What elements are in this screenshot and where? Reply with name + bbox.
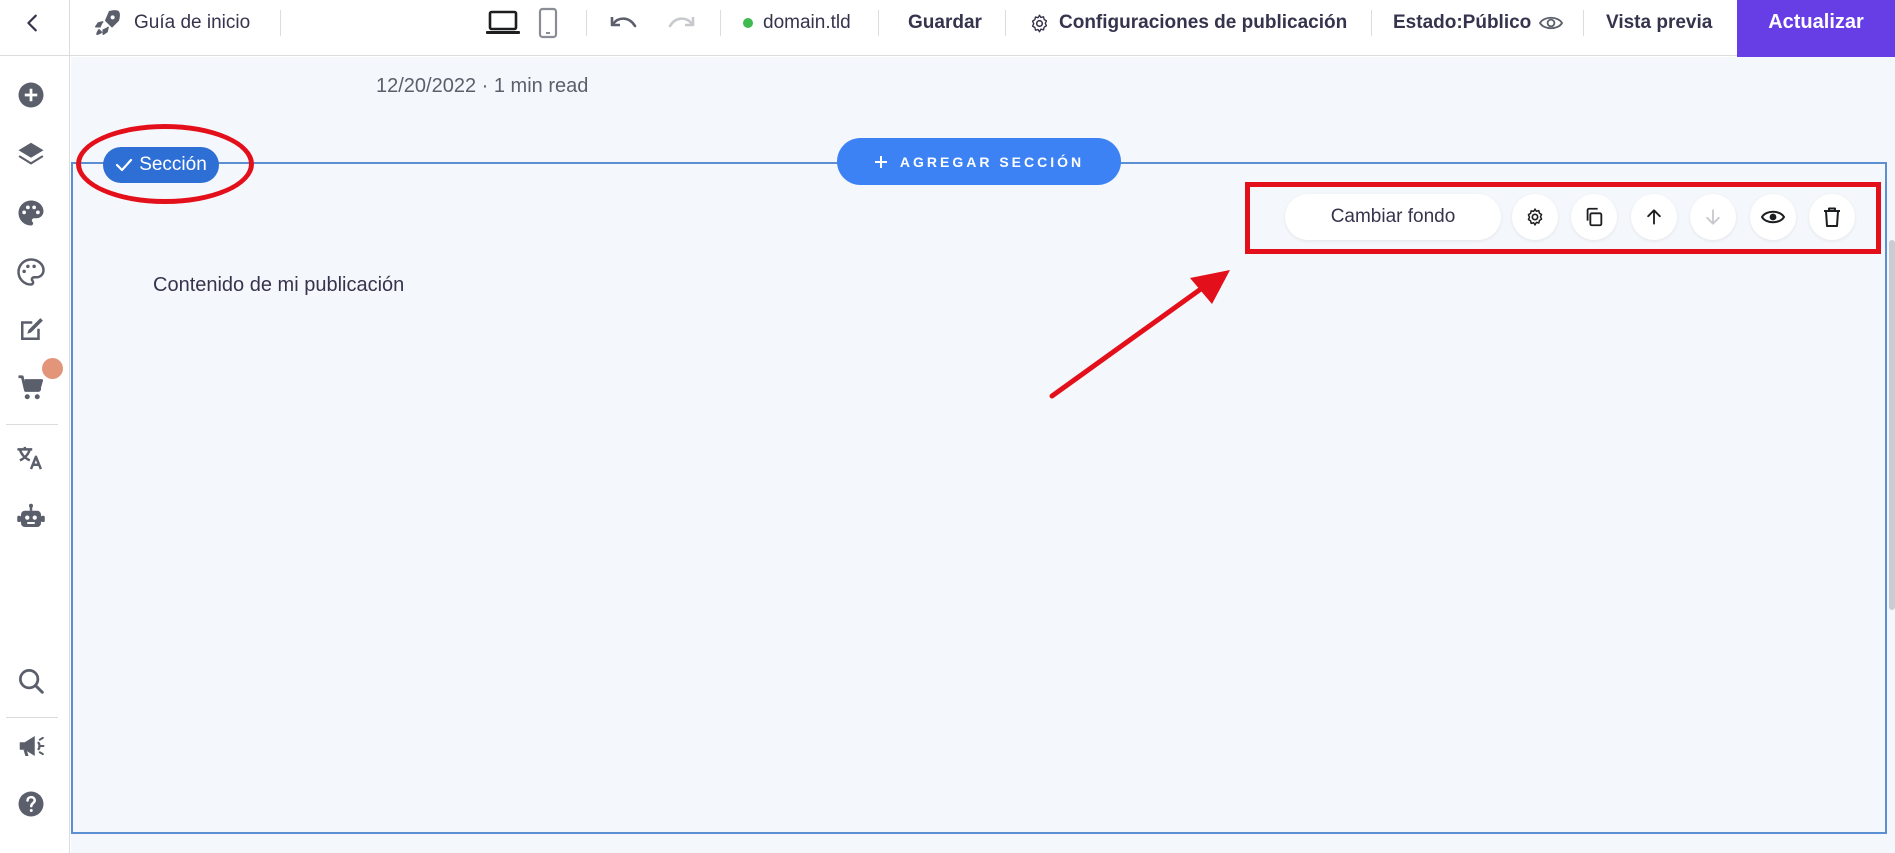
- start-guide-button[interactable]: [90, 6, 124, 40]
- selected-section[interactable]: [71, 162, 1887, 834]
- translate-icon: [17, 446, 42, 470]
- add-section-label: AGREGAR SECCIÓN: [899, 153, 1085, 170]
- status-visibility-button[interactable]: [1536, 10, 1566, 36]
- search-icon: [19, 669, 44, 694]
- sidebar-item-search[interactable]: [13, 663, 49, 699]
- edit-icon: [21, 318, 43, 340]
- post-date-line: 12/20/2022 · 1 min read: [376, 75, 589, 97]
- redo-button[interactable]: [664, 7, 700, 39]
- annotation-rectangle: [1245, 182, 1881, 254]
- sidebar-item-blog[interactable]: [13, 312, 49, 348]
- start-guide-label[interactable]: Guía de inicio: [134, 0, 250, 45]
- canvas-scrollbar[interactable]: [1889, 240, 1895, 610]
- sidebar-item-translate[interactable]: [13, 440, 49, 476]
- plus-icon: [874, 155, 887, 168]
- sidebar-item-help[interactable]: [13, 786, 49, 822]
- left-sidebar: [0, 56, 70, 853]
- annotation-ellipse: [76, 124, 254, 204]
- palette-icon: [18, 200, 44, 226]
- sidebar-item-layers[interactable]: [13, 136, 49, 172]
- eye-icon: [1539, 16, 1563, 30]
- sidebar-item-theme[interactable]: [13, 254, 49, 290]
- publish-settings-button[interactable]: Configuraciones de publicación: [1059, 0, 1347, 45]
- publish-settings-icon-wrap[interactable]: [1027, 12, 1051, 34]
- laptop-icon: [486, 10, 520, 34]
- notification-badge: [42, 358, 63, 379]
- add-icon: [18, 82, 44, 108]
- status-label: Estado:Público: [1393, 12, 1532, 33]
- undo-button[interactable]: [605, 7, 641, 39]
- megaphone-icon: [19, 736, 45, 756]
- cart-icon: [18, 375, 43, 400]
- chevron-left-icon: [27, 14, 37, 32]
- post-content-text[interactable]: Contenido de mi publicación: [153, 274, 404, 297]
- sidebar-item-styles[interactable]: [13, 195, 49, 231]
- sidebar-item-marketing[interactable]: [13, 728, 49, 764]
- undo-icon: [610, 17, 637, 28]
- back-button[interactable]: [18, 8, 48, 38]
- help-icon: [18, 791, 44, 817]
- sidebar-item-add[interactable]: [13, 77, 49, 113]
- desktop-view-button[interactable]: [484, 6, 522, 40]
- rocket-icon: [95, 10, 120, 35]
- domain-link[interactable]: domain.tld: [763, 0, 851, 45]
- top-bar: Guía de inicio domain.tld Guardar Config…: [0, 0, 1895, 57]
- mobile-view-button[interactable]: [533, 6, 563, 40]
- layers-icon: [18, 142, 44, 165]
- update-button[interactable]: Actualizar: [1737, 0, 1895, 57]
- status-dot: [743, 18, 753, 28]
- annotation-arrow: [1049, 270, 1230, 399]
- sidebar-item-ai[interactable]: [13, 499, 49, 535]
- phone-icon: [538, 7, 558, 39]
- theme-icon: [17, 258, 45, 286]
- add-section-button[interactable]: AGREGAR SECCIÓN: [837, 138, 1121, 185]
- redo-icon: [668, 17, 695, 28]
- preview-button[interactable]: Vista previa: [1606, 0, 1712, 45]
- save-button[interactable]: Guardar: [908, 0, 982, 45]
- robot-icon: [17, 503, 45, 527]
- gear-icon: [1031, 13, 1047, 33]
